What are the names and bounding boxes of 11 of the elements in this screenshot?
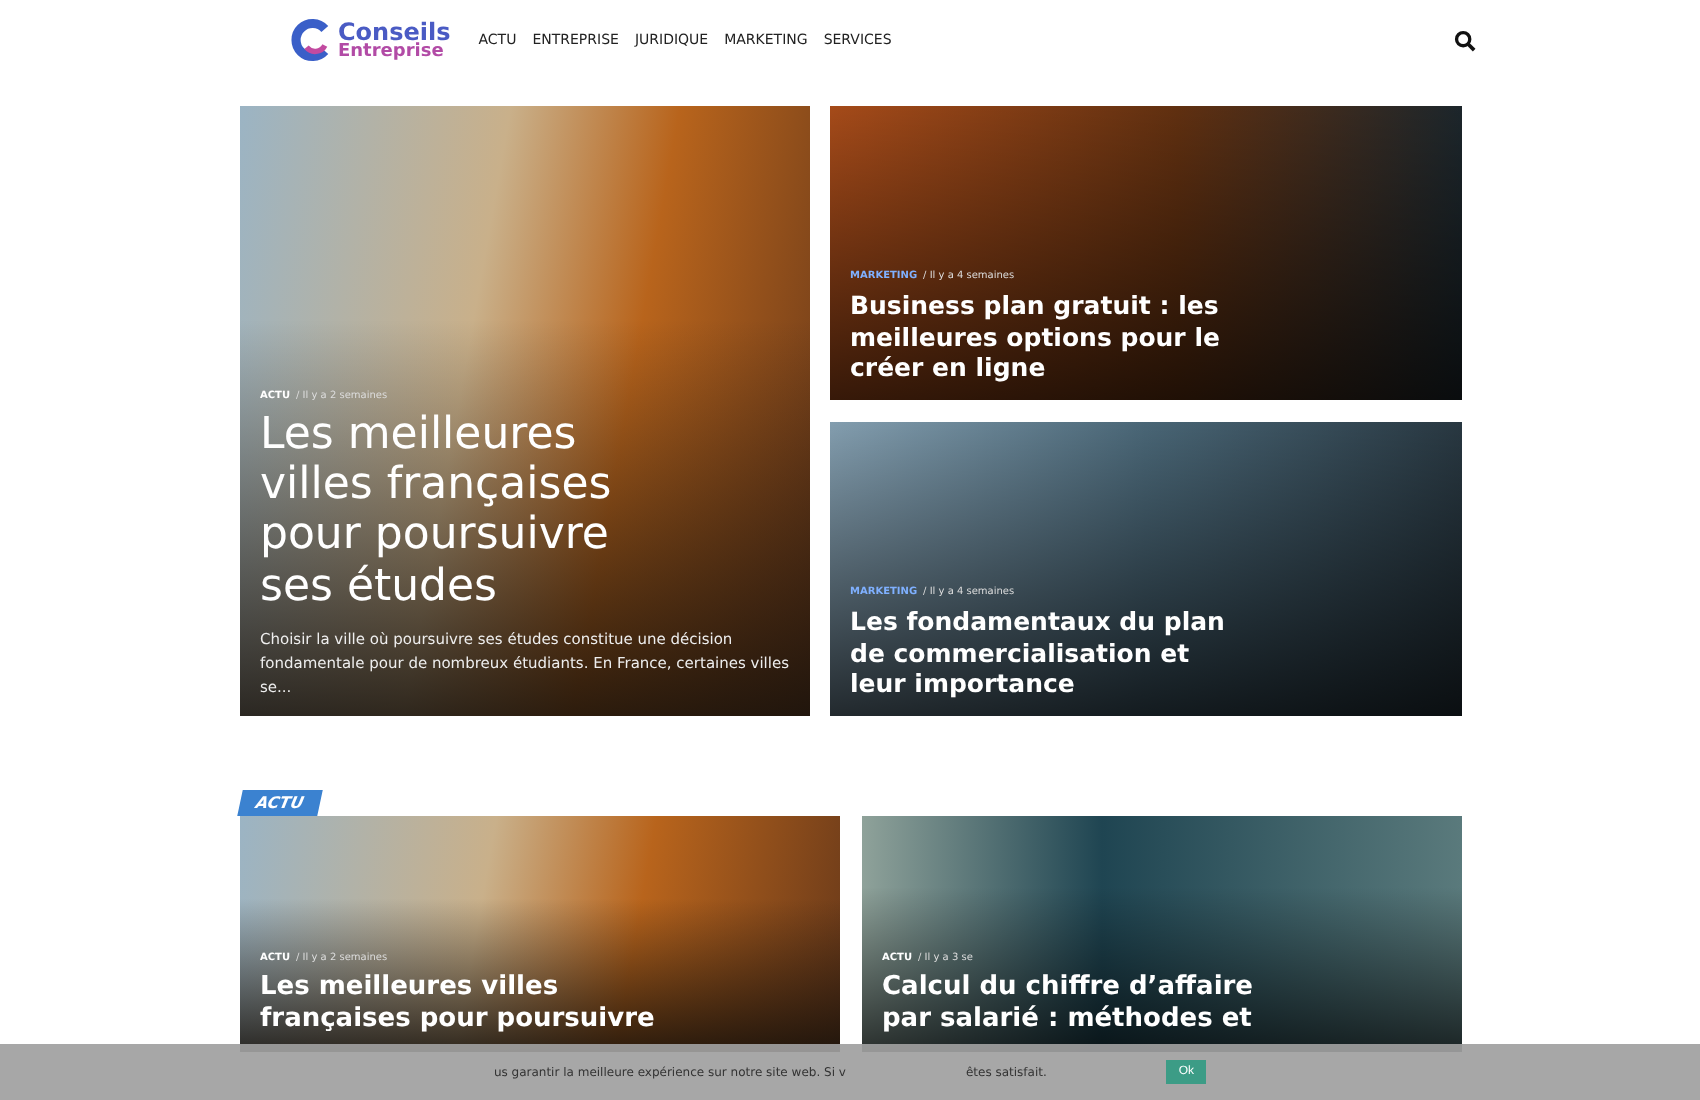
section-badge: ACTU <box>237 790 323 816</box>
article-title[interactable]: Les meilleures villes françaises pour poursuivre ses études <box>260 409 660 612</box>
logo-text: Conseils <box>338 19 451 43</box>
article-title[interactable]: Business plan gratuit : les meilleures options pour le créer en ligne <box>850 290 1250 384</box>
logo-text: Entreprise <box>338 43 446 61</box>
article-title[interactable]: Les fondamentaux du plan de commercialisation et leur importance <box>850 606 1250 700</box>
article-title[interactable]: Calcul du chiffre d’affaire par salarié : méthodes et <box>882 971 1282 1036</box>
logo-icon <box>290 18 334 62</box>
search-icon[interactable] <box>1454 29 1476 51</box>
article-card[interactable] <box>240 106 810 716</box>
article-title[interactable]: Les meilleures villes françaises pour poursuivre <box>260 971 660 1036</box>
